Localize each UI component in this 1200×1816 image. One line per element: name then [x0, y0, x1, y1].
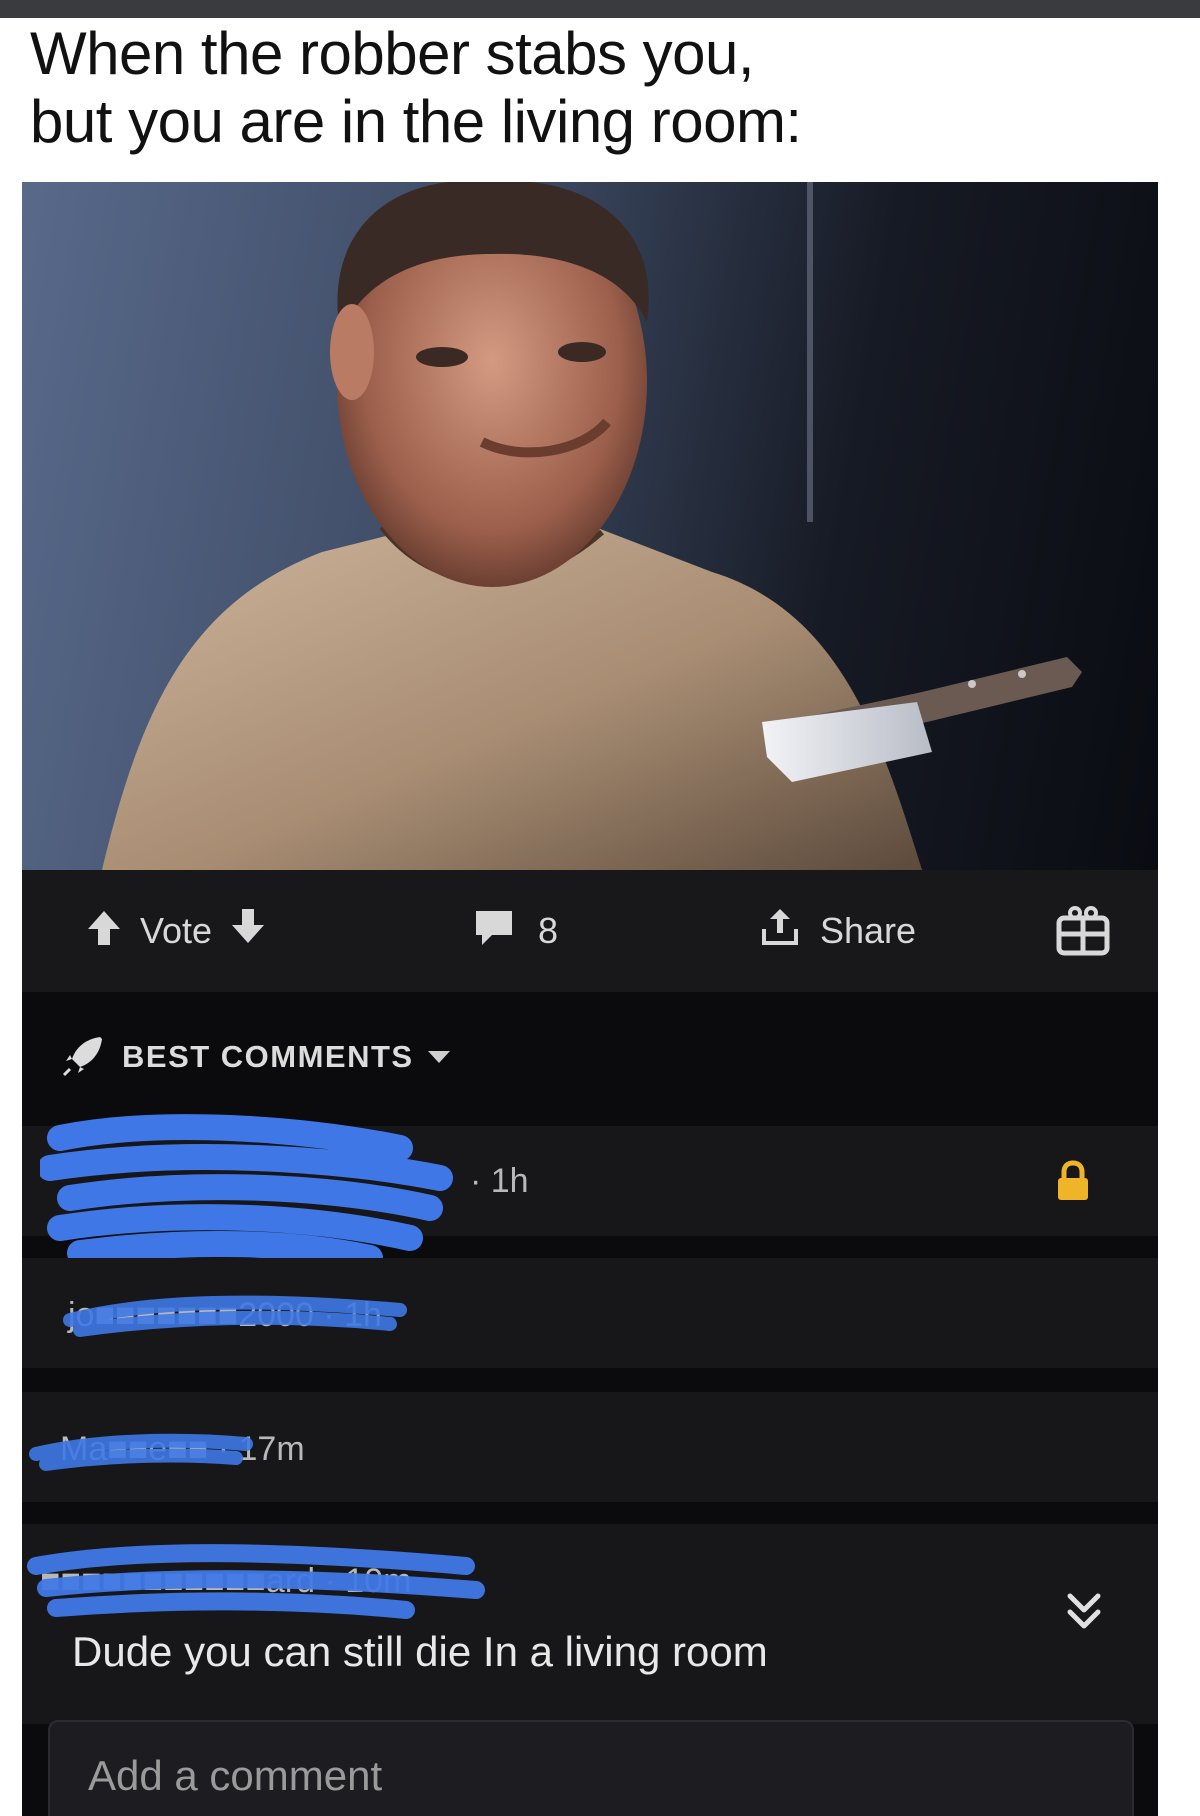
comments-button[interactable]: 8	[472, 870, 558, 992]
expand-double-chevron-icon[interactable]	[1062, 1590, 1106, 1634]
top-strip	[0, 0, 1200, 18]
add-comment-box[interactable]	[48, 1720, 1134, 1816]
share-icon	[758, 905, 802, 958]
gift-icon[interactable]	[1056, 906, 1110, 956]
caret-down-icon	[427, 1051, 450, 1063]
sort-comments-dropdown[interactable]: BEST COMMENTS	[22, 992, 1158, 1122]
comment-bubble-icon	[472, 907, 516, 956]
comment-text: Dude you can still die In a living room	[72, 1628, 768, 1675]
sort-label: BEST COMMENTS	[122, 1039, 414, 1074]
redaction-scribble	[29, 1433, 253, 1471]
meme-photo	[22, 182, 1158, 870]
comment-count: 8	[538, 910, 559, 951]
vote-group: Vote	[84, 870, 268, 992]
lock-icon	[1056, 1160, 1090, 1202]
rocket-icon	[62, 1033, 106, 1082]
redaction-scribble	[27, 1544, 485, 1619]
redaction-scribble	[63, 1295, 407, 1337]
vote-label: Vote	[140, 910, 213, 951]
share-button[interactable]: Share	[758, 870, 916, 992]
caption-line-2: but you are in the living room:	[30, 88, 802, 155]
meme-caption: When the robber stabs you, but you are i…	[30, 20, 1150, 156]
caption-line-1: When the robber stabs you,	[30, 20, 755, 87]
arrow-down-icon[interactable]	[228, 907, 268, 956]
add-comment-input[interactable]	[88, 1746, 988, 1806]
arrow-up-icon[interactable]	[84, 907, 124, 956]
redaction-scribble	[40, 1114, 453, 1268]
share-label: Share	[820, 910, 917, 951]
comment-meta: · 1h	[470, 1162, 529, 1200]
action-bar: Vote 8 Share	[22, 870, 1158, 992]
